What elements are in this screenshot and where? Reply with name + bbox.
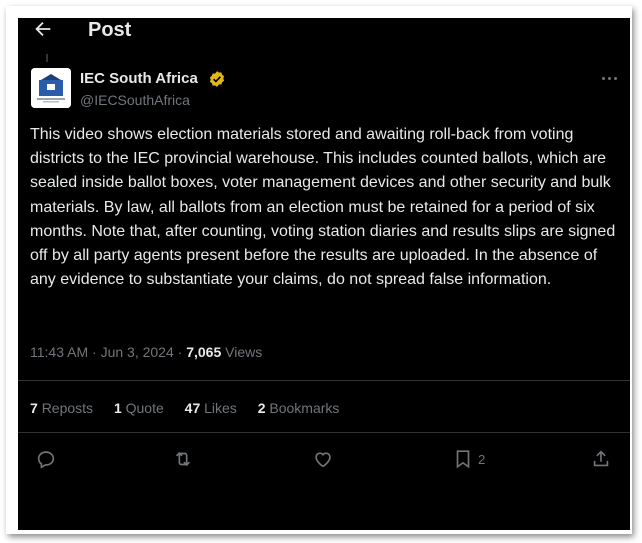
quotes-label: Quote — [125, 400, 164, 416]
more-options-icon[interactable] — [600, 72, 620, 86]
header: Post — [18, 18, 630, 48]
meta-separator: · — [177, 344, 187, 360]
quotes-stat[interactable]: 1 Quote — [114, 400, 164, 416]
views-label: Views — [225, 344, 263, 360]
quotes-count: 1 — [113, 400, 122, 416]
avatar[interactable] — [31, 68, 71, 108]
likes-count: 47 — [184, 400, 201, 416]
reposts-label: Reposts — [41, 400, 94, 416]
author-name[interactable]: IEC South Africa — [80, 70, 198, 87]
divider — [18, 380, 630, 381]
tweet-text: This video shows election materials stor… — [30, 126, 616, 289]
bookmarks-label: Bookmarks — [269, 400, 340, 416]
heart-icon[interactable] — [312, 448, 336, 472]
bookmark-icon[interactable] — [452, 448, 476, 472]
engagement-stats: 7 Reposts 1 Quote 47 Likes 2 Bookmarks — [30, 400, 356, 416]
reposts-count: 7 — [30, 400, 38, 416]
post-screen: Post IEC South Africa @IECSouthAfrica Th… — [18, 18, 630, 530]
share-icon[interactable] — [590, 448, 614, 472]
author-handle[interactable]: @IECSouthAfrica — [80, 92, 190, 108]
screenshot-frame: Post IEC South Africa @IECSouthAfrica Th… — [6, 6, 632, 534]
bookmarks-stat[interactable]: 2 Bookmarks — [258, 400, 340, 416]
meta-separator: · — [92, 344, 101, 360]
reply-icon[interactable] — [35, 448, 59, 472]
reposts-stat[interactable]: 7 Reposts — [30, 400, 93, 416]
repost-icon[interactable] — [172, 448, 196, 472]
likes-stat[interactable]: 47 Likes — [185, 400, 237, 416]
verified-badge-icon — [208, 70, 226, 88]
page-title: Post — [88, 19, 132, 41]
tweet-time[interactable]: 11:43 AM — [30, 344, 88, 360]
views-count: 7,065 — [186, 344, 222, 360]
bookmarks-count: 2 — [257, 400, 266, 416]
likes-label: Likes — [204, 400, 237, 416]
tweet-meta: 11:43 AM · Jun 3, 2024 · 7,065 Views — [30, 344, 262, 360]
bookmark-count: 2 — [478, 452, 486, 467]
divider — [18, 432, 630, 433]
thread-line — [46, 54, 48, 62]
tweet-date[interactable]: Jun 3, 2024 — [101, 344, 174, 360]
back-arrow-icon[interactable] — [32, 18, 56, 42]
